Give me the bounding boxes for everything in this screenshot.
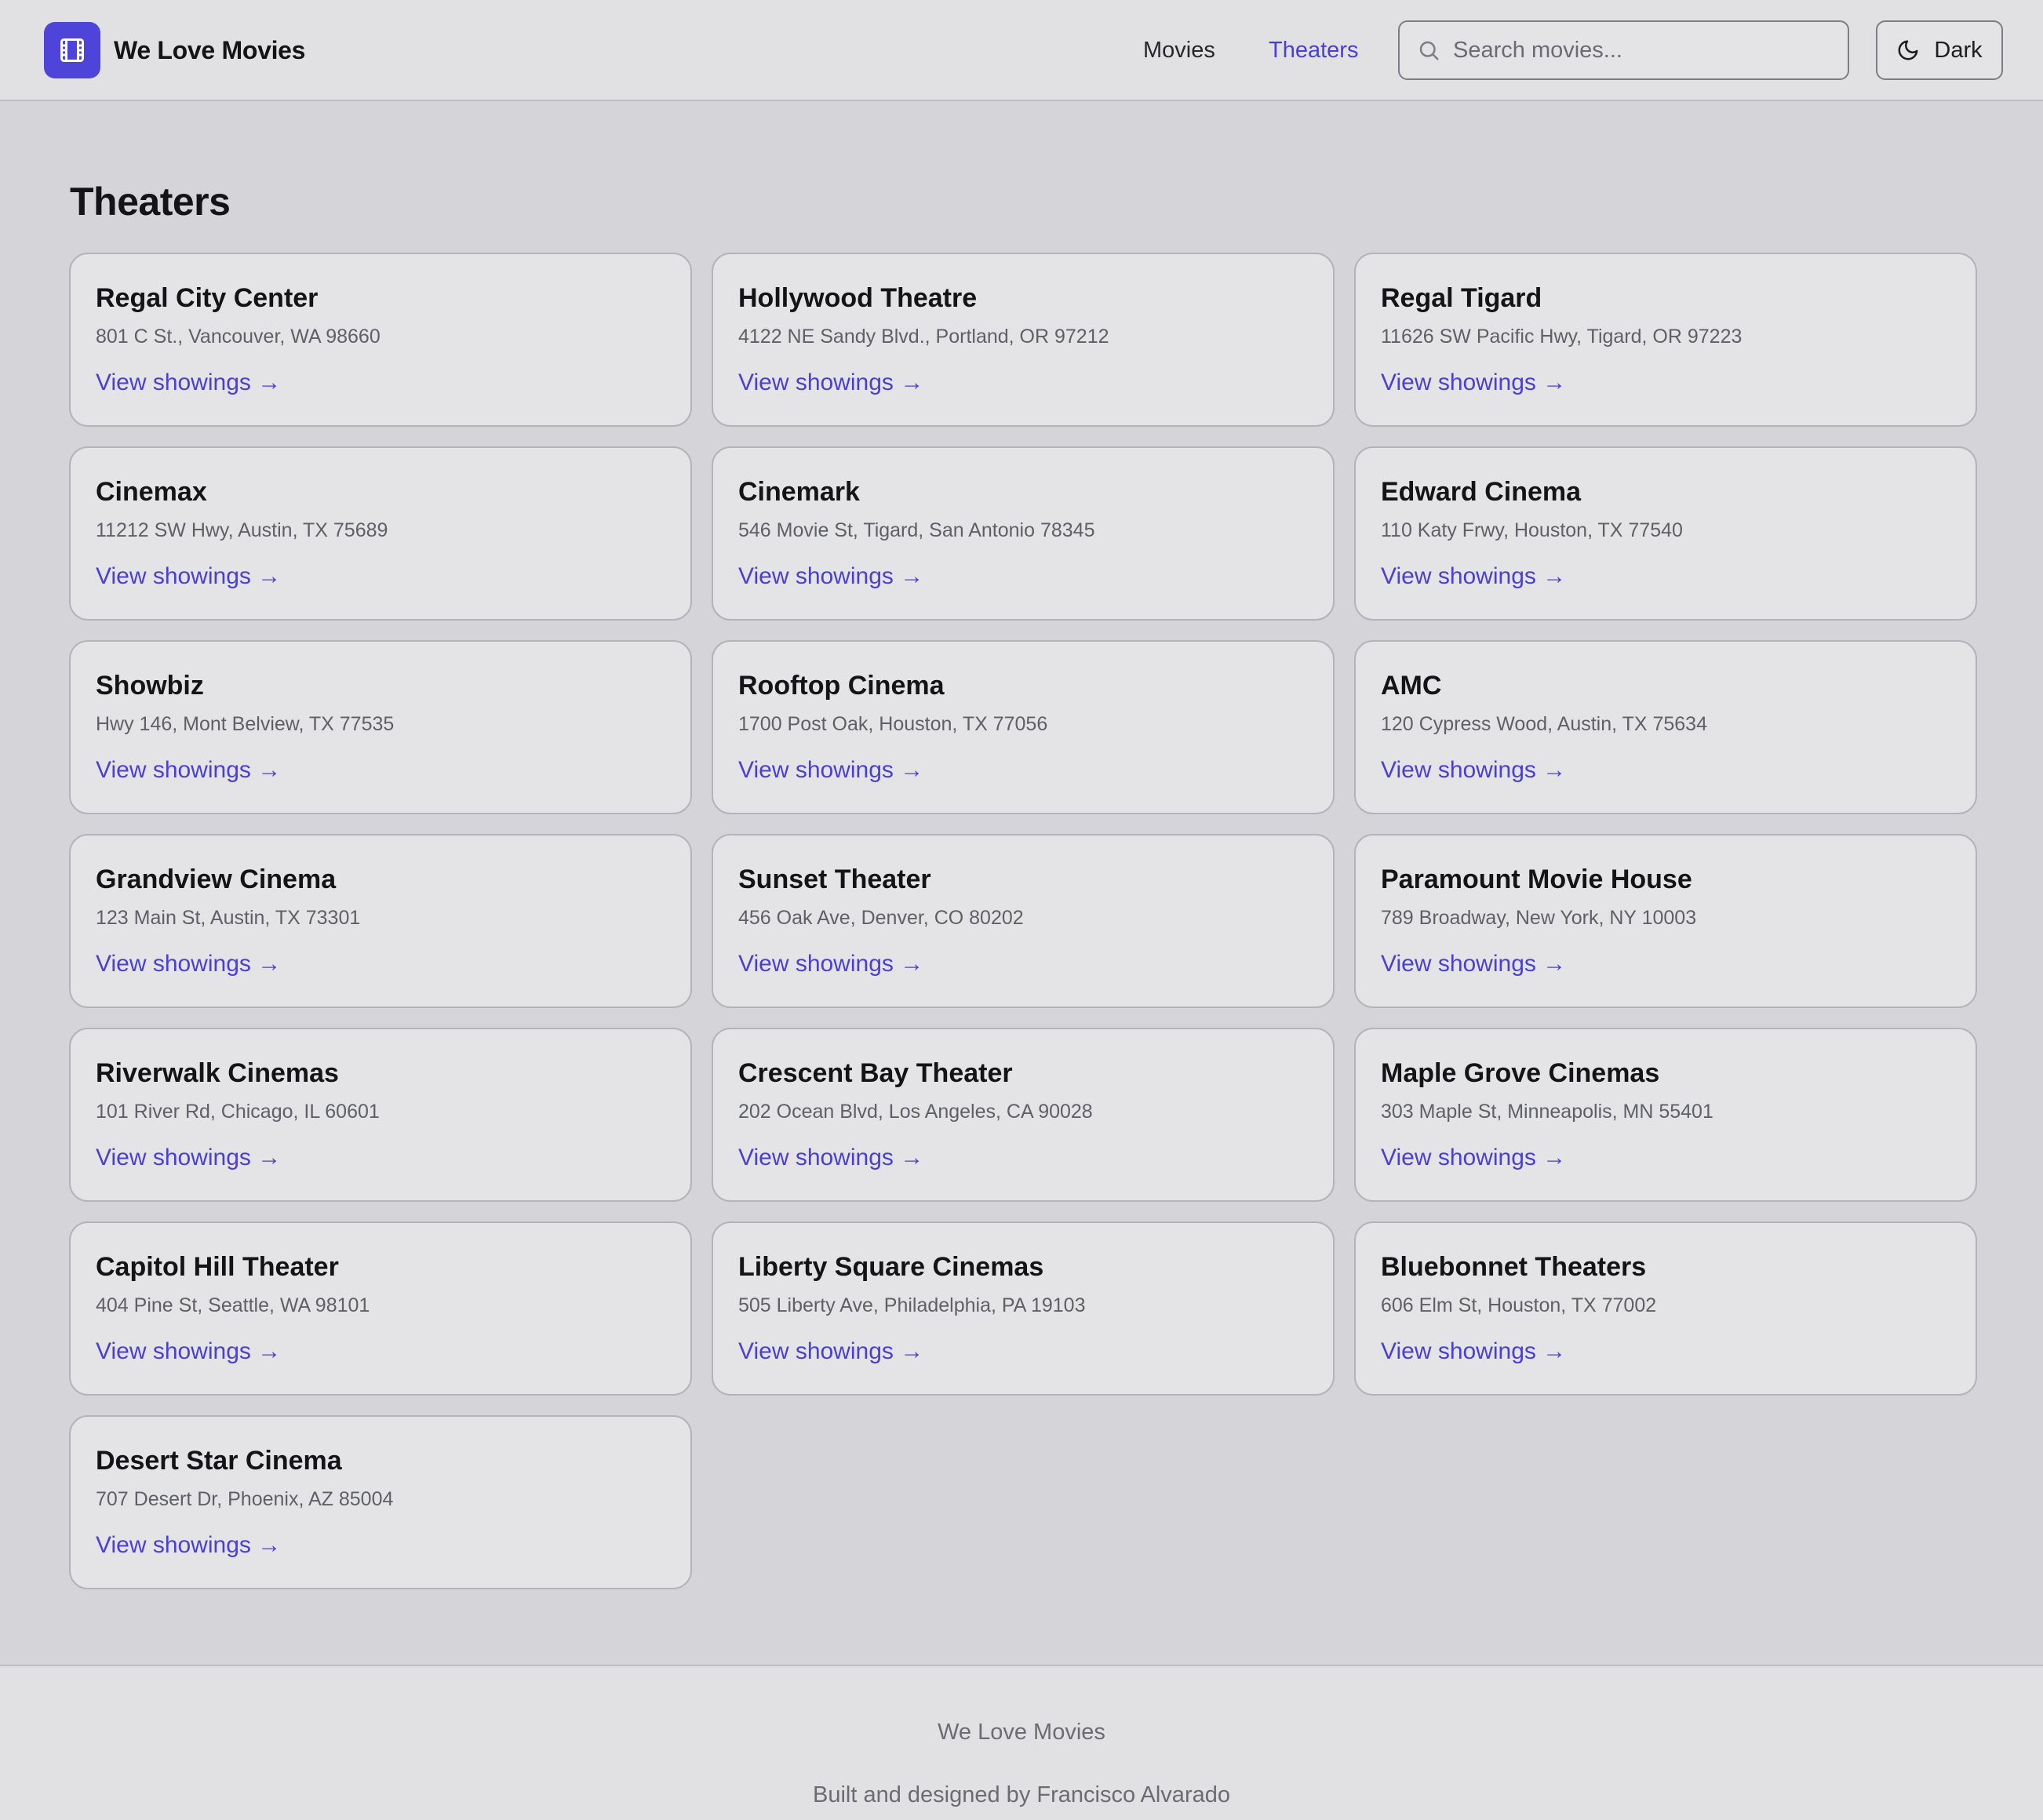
view-showings-link[interactable]: View showings → <box>1381 755 1566 786</box>
theater-address: 11212 SW Hwy, Austin, TX 75689 <box>96 519 388 541</box>
film-icon[interactable] <box>44 22 100 78</box>
view-showings-link[interactable]: View showings → <box>738 1142 923 1174</box>
theater-name: Rooftop Cinema <box>738 671 945 701</box>
theater-name: Riverwalk Cinemas <box>96 1058 339 1088</box>
theater-card: AMC 120 Cypress Wood, Austin, TX 75634 Vie… <box>1354 640 1977 814</box>
theater-card: Capitol Hill Theater 404 Pine St, Seattle… <box>69 1221 692 1396</box>
theater-name: Capitol Hill Theater <box>96 1252 339 1282</box>
view-showings-link[interactable]: View showings → <box>738 948 923 980</box>
theater-name: Crescent Bay Theater <box>738 1058 1013 1088</box>
view-showings-link[interactable]: View showings → <box>96 948 281 980</box>
theater-address: 123 Main St, Austin, TX 73301 <box>96 907 361 929</box>
theater-card: Hollywood Theatre 4122 NE Sandy Blvd., Po… <box>712 253 1335 427</box>
view-showings-link[interactable]: View showings → <box>96 1530 281 1561</box>
theater-address: 789 Broadway, New York, NY 10003 <box>1381 907 1697 929</box>
theater-address: Hwy 146, Mont Belview, TX 77535 <box>96 713 395 735</box>
view-showings-link[interactable]: View showings → <box>738 561 923 592</box>
theater-address: 110 Katy Frwy, Houston, TX 77540 <box>1381 519 1683 541</box>
theater-name: Grandview Cinema <box>96 864 337 894</box>
theater-address: 101 River Rd, Chicago, IL 60601 <box>96 1101 380 1123</box>
view-showings-link[interactable]: View showings → <box>738 1336 923 1367</box>
theater-address: 546 Movie St, Tigard, San Antonio 78345 <box>738 519 1095 541</box>
view-showings-link[interactable]: View showings → <box>96 1142 281 1174</box>
theater-name: Maple Grove Cinemas <box>1381 1058 1660 1088</box>
nav-link-theaters[interactable]: Theaters <box>1269 34 1358 67</box>
theater-address: 707 Desert Dr, Phoenix, AZ 85004 <box>96 1488 394 1510</box>
theater-address: 404 Pine St, Seattle, WA 98101 <box>96 1294 370 1316</box>
theater-card: Maple Grove Cinemas 303 Maple St, Minneap… <box>1354 1028 1977 1202</box>
dark-mode-label: Dark <box>1934 37 1983 63</box>
theater-name: Hollywood Theatre <box>738 283 978 313</box>
theater-card: Paramount Movie House 789 Broadway, New Y… <box>1354 834 1977 1008</box>
theater-name: Edward Cinema <box>1381 477 1582 507</box>
view-showings-link[interactable]: View showings → <box>1381 948 1566 980</box>
footer: We Love Movies Built and designed by Fra… <box>0 1665 2043 1820</box>
view-showings-link[interactable]: View showings → <box>738 755 923 786</box>
theater-name: AMC <box>1381 671 1442 701</box>
theater-address: 1700 Post Oak, Houston, TX 77056 <box>738 713 1048 735</box>
search-icon <box>1417 38 1442 63</box>
page: We Love Movies Movies Theaters Dark Thea… <box>0 0 2043 1820</box>
footer-credit: Built and designed by Francisco Alvarado <box>813 1782 1230 1807</box>
theater-card: Cinemax 11212 SW Hwy, Austin, TX 75689 Vie… <box>69 446 692 621</box>
theater-address: 505 Liberty Ave, Philadelphia, PA 19103 <box>738 1294 1086 1316</box>
theater-card: Crescent Bay Theater 202 Ocean Blvd, Los … <box>712 1028 1335 1202</box>
search-box[interactable] <box>1398 20 1849 80</box>
brand-name[interactable]: We Love Movies <box>114 33 305 67</box>
footer-brand: We Love Movies <box>938 1720 1105 1745</box>
view-showings-link[interactable]: View showings → <box>1381 1336 1566 1367</box>
theater-name: Sunset Theater <box>738 864 931 894</box>
theater-name: Desert Star Cinema <box>96 1446 342 1476</box>
theater-name: Cinemark <box>738 477 860 507</box>
theater-card: Riverwalk Cinemas 101 River Rd, Chicago, … <box>69 1028 692 1202</box>
theater-address: 120 Cypress Wood, Austin, TX 75634 <box>1381 713 1707 735</box>
theater-address: 4122 NE Sandy Blvd., Portland, OR 97212 <box>738 326 1109 348</box>
page-title: Theaters <box>70 180 231 224</box>
theater-name: Paramount Movie House <box>1381 864 1692 894</box>
moon-icon <box>1896 38 1921 63</box>
theater-name: Cinemax <box>96 477 207 507</box>
theater-name: Regal Tigard <box>1381 283 1542 313</box>
theater-grid: Regal City Center 801 C St., Vancouver, W… <box>69 253 1977 1589</box>
dark-mode-toggle-button[interactable]: Dark <box>1876 20 2003 80</box>
theater-address: 456 Oak Ave, Denver, CO 80202 <box>738 907 1024 929</box>
view-showings-link[interactable]: View showings → <box>1381 1142 1566 1174</box>
theater-card: Grandview Cinema 123 Main St, Austin, TX … <box>69 834 692 1008</box>
theater-address: 11626 SW Pacific Hwy, Tigard, OR 97223 <box>1381 326 1743 348</box>
theater-name: Regal City Center <box>96 283 319 313</box>
theater-card: Bluebonnet Theaters 606 Elm St, Houston, … <box>1354 1221 1977 1396</box>
theater-card: Cinemark 546 Movie St, Tigard, San Antoni… <box>712 446 1335 621</box>
view-showings-link[interactable]: View showings → <box>738 367 923 399</box>
theater-address: 606 Elm St, Houston, TX 77002 <box>1381 1294 1657 1316</box>
theater-card: Showbiz Hwy 146, Mont Belview, TX 77535 Vi… <box>69 640 692 814</box>
view-showings-link[interactable]: View showings → <box>96 1336 281 1367</box>
view-showings-link[interactable]: View showings → <box>96 561 281 592</box>
theater-address: 303 Maple St, Minneapolis, MN 55401 <box>1381 1101 1713 1123</box>
theater-card: Regal City Center 801 C St., Vancouver, W… <box>69 253 692 427</box>
theater-card: Regal Tigard 11626 SW Pacific Hwy, Tigard… <box>1354 253 1977 427</box>
theater-card: Edward Cinema 110 Katy Frwy, Houston, TX … <box>1354 446 1977 621</box>
theater-name: Bluebonnet Theaters <box>1381 1252 1647 1282</box>
theater-name: Showbiz <box>96 671 204 701</box>
top-navbar: We Love Movies Movies Theaters Dark <box>0 0 2043 101</box>
theater-name: Liberty Square Cinemas <box>738 1252 1044 1282</box>
theater-card: Rooftop Cinema 1700 Post Oak, Houston, TX… <box>712 640 1335 814</box>
view-showings-link[interactable]: View showings → <box>1381 561 1566 592</box>
theater-card: Desert Star Cinema 707 Desert Dr, Phoenix… <box>69 1415 692 1589</box>
view-showings-link[interactable]: View showings → <box>1381 367 1566 399</box>
theater-card: Sunset Theater 456 Oak Ave, Denver, CO 80… <box>712 834 1335 1008</box>
view-showings-link[interactable]: View showings → <box>96 367 281 399</box>
nav-link-movies[interactable]: Movies <box>1143 34 1215 67</box>
theater-address: 801 C St., Vancouver, WA 98660 <box>96 326 381 348</box>
theater-card: Liberty Square Cinemas 505 Liberty Ave, P… <box>712 1221 1335 1396</box>
search-input[interactable] <box>1453 37 1830 64</box>
theater-address: 202 Ocean Blvd, Los Angeles, CA 90028 <box>738 1101 1093 1123</box>
view-showings-link[interactable]: View showings → <box>96 755 281 786</box>
